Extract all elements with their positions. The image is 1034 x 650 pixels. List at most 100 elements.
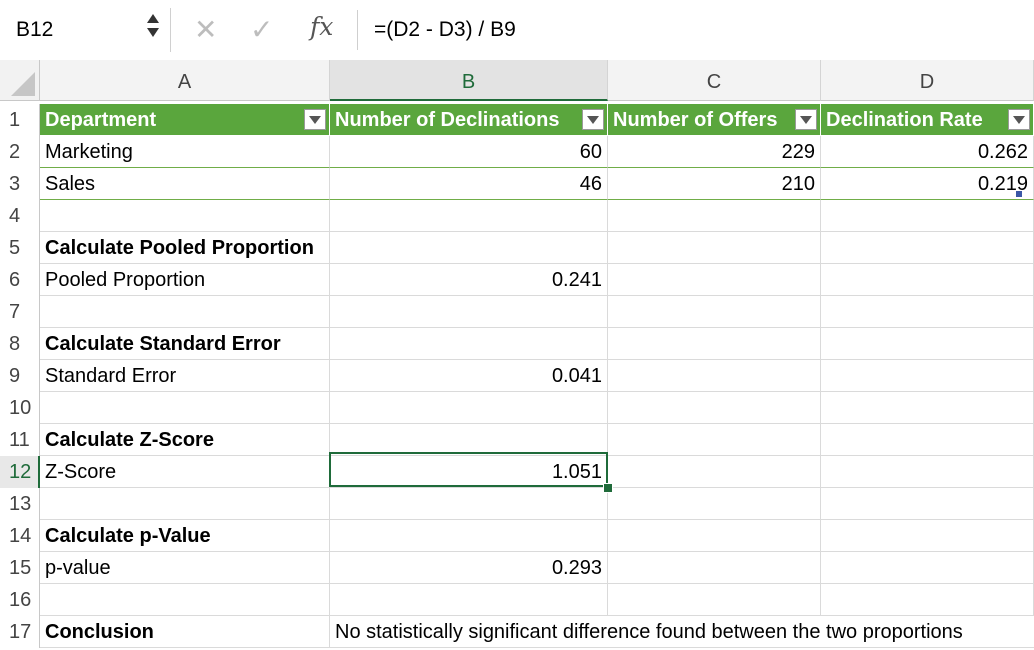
table-cell[interactable]: 210: [608, 168, 821, 200]
row-header-15[interactable]: 15: [0, 552, 40, 584]
empty-cell[interactable]: [40, 488, 330, 520]
empty-cell[interactable]: [40, 296, 330, 328]
table-header-cell[interactable]: Declination Rate: [821, 104, 1034, 136]
name-box-stepper-icon[interactable]: [146, 14, 160, 44]
row-header-8[interactable]: 8: [0, 328, 40, 360]
filter-dropdown-icon[interactable]: [304, 109, 326, 130]
column-header-c[interactable]: C: [608, 60, 821, 101]
section-heading-cell[interactable]: Calculate Pooled Proportion: [40, 232, 330, 264]
empty-cell[interactable]: [821, 392, 1034, 424]
table-cell[interactable]: 229: [608, 136, 821, 168]
row-header-17[interactable]: 17: [0, 616, 40, 648]
empty-cell[interactable]: [608, 456, 821, 488]
row-header-9[interactable]: 9: [0, 360, 40, 392]
row-header-10[interactable]: 10: [0, 392, 40, 424]
row-header-14[interactable]: 14: [0, 520, 40, 552]
cancel-icon[interactable]: ✕: [194, 13, 217, 46]
empty-cell[interactable]: [821, 264, 1034, 296]
empty-cell[interactable]: [608, 296, 821, 328]
row-header-6[interactable]: 6: [0, 264, 40, 296]
empty-cell[interactable]: [608, 424, 821, 456]
table-resize-handle[interactable]: [1016, 191, 1022, 197]
value-cell[interactable]: 0.293: [330, 552, 608, 584]
section-heading-cell[interactable]: Calculate Standard Error: [40, 328, 330, 360]
table-cell[interactable]: 0.262: [821, 136, 1034, 168]
table-cell[interactable]: Marketing: [40, 136, 330, 168]
filter-dropdown-icon[interactable]: [795, 109, 817, 130]
empty-cell[interactable]: [608, 488, 821, 520]
section-heading-cell[interactable]: Calculate Z-Score: [40, 424, 330, 456]
empty-cell[interactable]: [821, 552, 1034, 584]
empty-cell[interactable]: [608, 200, 821, 232]
empty-cell[interactable]: [821, 200, 1034, 232]
table-cell[interactable]: 60: [330, 136, 608, 168]
value-cell[interactable]: 0.041: [330, 360, 608, 392]
name-box[interactable]: B12: [0, 6, 166, 52]
empty-cell[interactable]: [821, 488, 1034, 520]
empty-cell[interactable]: [608, 552, 821, 584]
column-header-b[interactable]: B: [330, 60, 608, 101]
table-cell[interactable]: 0.219: [821, 168, 1034, 200]
empty-cell[interactable]: [821, 328, 1034, 360]
empty-cell[interactable]: [40, 584, 330, 616]
empty-cell[interactable]: [40, 200, 330, 232]
section-heading-cell[interactable]: Calculate p-Value: [40, 520, 330, 552]
empty-cell[interactable]: [821, 424, 1034, 456]
label-cell[interactable]: Z-Score: [40, 456, 330, 488]
formula-input[interactable]: =(D2 - D3) / B9: [357, 10, 1034, 50]
table-header-cell[interactable]: Department: [40, 104, 330, 136]
column-header-d[interactable]: D: [821, 60, 1034, 101]
empty-cell[interactable]: [608, 584, 821, 616]
empty-cell[interactable]: [608, 328, 821, 360]
empty-cell[interactable]: [330, 520, 608, 552]
empty-cell[interactable]: [330, 392, 608, 424]
row-header-3[interactable]: 3: [0, 168, 40, 200]
filter-dropdown-icon[interactable]: [1008, 109, 1030, 130]
empty-cell[interactable]: [821, 456, 1034, 488]
value-cell[interactable]: 0.241: [330, 264, 608, 296]
empty-cell[interactable]: [330, 488, 608, 520]
column-header-a[interactable]: A: [40, 60, 330, 101]
empty-cell[interactable]: [608, 392, 821, 424]
select-all-button[interactable]: [0, 60, 40, 101]
table-header-cell[interactable]: Number of Offers: [608, 104, 821, 136]
row-header-11[interactable]: 11: [0, 424, 40, 456]
empty-cell[interactable]: [821, 584, 1034, 616]
checkmark-icon[interactable]: ✓: [250, 13, 273, 46]
empty-cell[interactable]: [608, 360, 821, 392]
empty-cell[interactable]: [330, 200, 608, 232]
name-box-value[interactable]: B12: [16, 18, 53, 42]
empty-cell[interactable]: [608, 520, 821, 552]
empty-cell[interactable]: [330, 296, 608, 328]
fill-handle[interactable]: [603, 483, 613, 493]
filter-dropdown-icon[interactable]: [582, 109, 604, 130]
table-header-cell[interactable]: Number of Declinations: [330, 104, 608, 136]
row-header-4[interactable]: 4: [0, 200, 40, 232]
empty-cell[interactable]: [330, 232, 608, 264]
row-header-16[interactable]: 16: [0, 584, 40, 616]
conclusion-cell[interactable]: No statistically significant difference …: [330, 616, 1034, 648]
label-cell[interactable]: Standard Error: [40, 360, 330, 392]
label-cell[interactable]: Pooled Proportion: [40, 264, 330, 296]
row-header-13[interactable]: 13: [0, 488, 40, 520]
row-header-2[interactable]: 2: [0, 136, 40, 168]
empty-cell[interactable]: [821, 520, 1034, 552]
label-cell[interactable]: p-value: [40, 552, 330, 584]
empty-cell[interactable]: [821, 296, 1034, 328]
empty-cell[interactable]: [40, 392, 330, 424]
row-header-7[interactable]: 7: [0, 296, 40, 328]
row-header-1[interactable]: 1: [0, 104, 40, 136]
empty-cell[interactable]: [330, 328, 608, 360]
empty-cell[interactable]: [821, 360, 1034, 392]
empty-cell[interactable]: [608, 232, 821, 264]
row-header-12[interactable]: 12: [0, 456, 40, 488]
empty-cell[interactable]: [330, 584, 608, 616]
empty-cell[interactable]: [821, 232, 1034, 264]
table-cell[interactable]: 46: [330, 168, 608, 200]
row-header-5[interactable]: 5: [0, 232, 40, 264]
insert-function-button[interactable]: fx: [310, 12, 333, 41]
formula-text[interactable]: =(D2 - D3) / B9: [374, 18, 516, 42]
section-heading-cell[interactable]: Conclusion: [40, 616, 330, 648]
table-cell[interactable]: Sales: [40, 168, 330, 200]
empty-cell[interactable]: [608, 264, 821, 296]
